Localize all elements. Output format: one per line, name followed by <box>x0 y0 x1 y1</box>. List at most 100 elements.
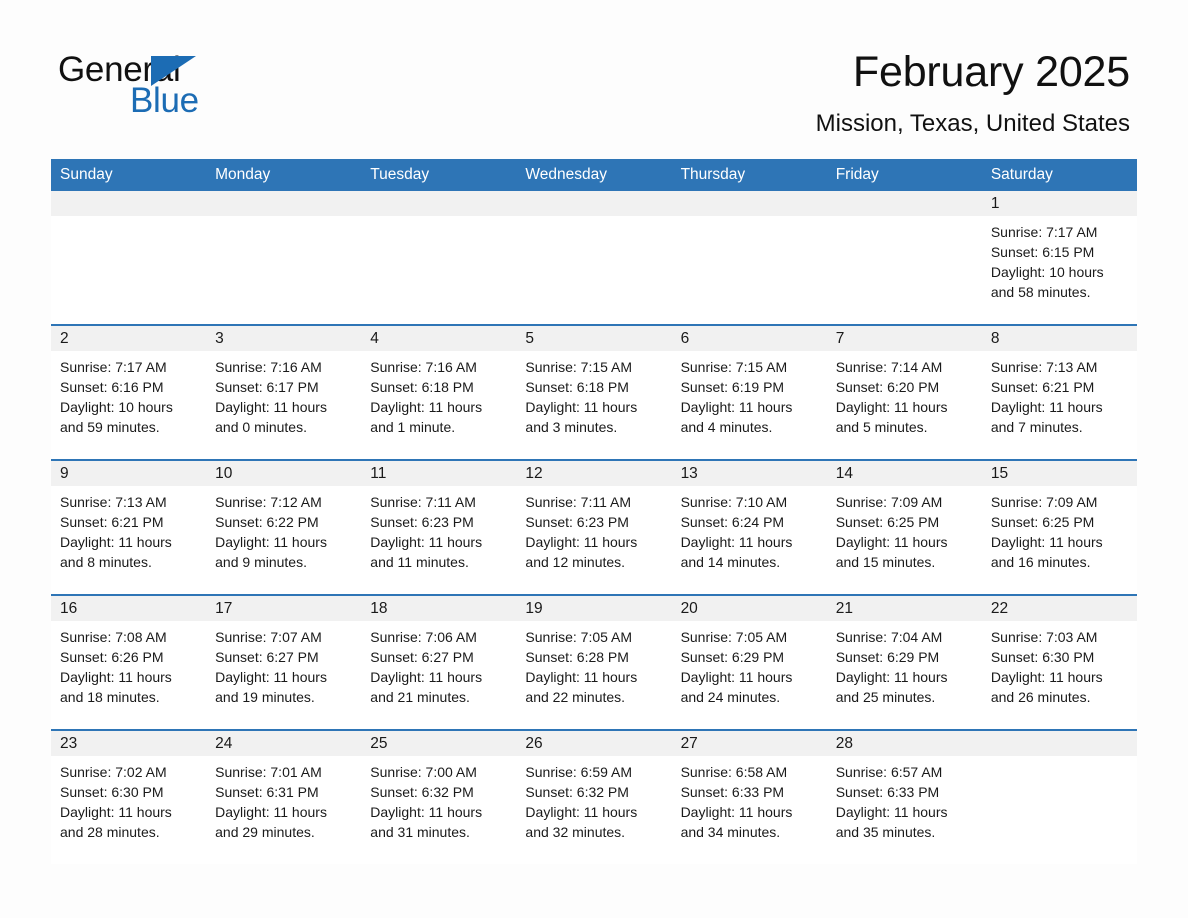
calendar-cell-empty <box>51 191 207 325</box>
day-number: 3 <box>206 326 362 351</box>
calendar-day-cell[interactable]: 24 Sunrise: 7:01 AM Sunset: 6:31 PM Dayligh… <box>206 729 362 864</box>
calendar-day-cell[interactable]: 17 Sunrise: 7:07 AM Sunset: 6:27 PM Dayligh… <box>206 594 362 730</box>
day-details: Sunrise: 7:06 AM Sunset: 6:27 PM Daylight:… <box>361 621 516 707</box>
calendar-day-cell[interactable]: 2 Sunrise: 7:17 AM Sunset: 6:16 PM Daylight… <box>51 324 207 460</box>
daylight-text: Daylight: 11 hours and 9 minutes. <box>215 534 327 570</box>
daylight-text: Daylight: 11 hours and 3 minutes. <box>525 399 638 435</box>
calendar-page: General Blue February 2025 Mission, Texa… <box>0 0 1188 918</box>
day-details: Sunrise: 7:15 AM Sunset: 6:18 PM Daylight:… <box>516 351 671 437</box>
calendar-cell-inner: 24 Sunrise: 7:01 AM Sunset: 6:31 PM Dayligh… <box>206 731 362 864</box>
sunset-text: Sunset: 6:25 PM <box>990 514 1095 530</box>
weekday-header-friday: Friday <box>826 159 982 191</box>
sunrise-text: Sunrise: 7:13 AM <box>990 359 1098 375</box>
sunrise-text: Sunrise: 7:05 AM <box>680 629 788 645</box>
sunrise-text: Sunrise: 7:11 AM <box>525 494 631 510</box>
calendar-day-cell[interactable]: 1 Sunrise: 7:17 AM Sunset: 6:15 PM Daylight… <box>981 191 1137 325</box>
calendar-day-cell[interactable]: 10 Sunrise: 7:12 AM Sunset: 6:22 PM Dayligh… <box>206 459 362 595</box>
day-number: 10 <box>206 461 362 486</box>
calendar-day-cell[interactable]: 16 Sunrise: 7:08 AM Sunset: 6:26 PM Dayligh… <box>51 594 207 730</box>
day-details: Sunrise: 7:09 AM Sunset: 6:25 PM Daylight:… <box>827 486 982 572</box>
sunset-text: Sunset: 6:29 PM <box>835 649 940 665</box>
calendar-cell-inner: 4 Sunrise: 7:16 AM Sunset: 6:18 PM Daylight… <box>361 326 517 459</box>
calendar-day-cell[interactable]: 18 Sunrise: 7:06 AM Sunset: 6:27 PM Dayligh… <box>361 594 517 730</box>
sunset-text: Sunset: 6:26 PM <box>60 649 164 665</box>
sunset-text: Sunset: 6:23 PM <box>525 514 629 530</box>
weekday-header-saturday: Saturday <box>981 159 1137 191</box>
day-number-empty <box>981 731 1137 756</box>
calendar-cell-empty <box>361 191 517 325</box>
calendar-cell-empty <box>671 191 827 325</box>
day-number: 13 <box>671 461 827 486</box>
day-number: 25 <box>361 731 517 756</box>
sunset-text: Sunset: 6:18 PM <box>525 379 629 395</box>
calendar-day-cell[interactable]: 28 Sunrise: 6:57 AM Sunset: 6:33 PM Dayligh… <box>826 729 982 864</box>
calendar-week-row: 1 Sunrise: 7:17 AM Sunset: 6:15 PM Daylight… <box>51 191 1137 325</box>
calendar-day-cell[interactable]: 8 Sunrise: 7:13 AM Sunset: 6:21 PM Daylight… <box>981 324 1137 460</box>
day-details: Sunrise: 7:01 AM Sunset: 6:31 PM Daylight:… <box>206 756 361 842</box>
day-number: 27 <box>671 731 827 756</box>
sunrise-text: Sunrise: 7:13 AM <box>60 494 167 510</box>
calendar-day-cell[interactable]: 25 Sunrise: 7:00 AM Sunset: 6:32 PM Dayligh… <box>361 729 517 864</box>
calendar-day-cell[interactable]: 7 Sunrise: 7:14 AM Sunset: 6:20 PM Daylight… <box>826 324 982 460</box>
calendar-cell-inner <box>516 191 672 324</box>
sunrise-text: Sunrise: 7:04 AM <box>835 629 943 645</box>
calendar-day-cell[interactable]: 13 Sunrise: 7:10 AM Sunset: 6:24 PM Dayligh… <box>671 459 827 595</box>
calendar-day-cell[interactable]: 21 Sunrise: 7:04 AM Sunset: 6:29 PM Dayligh… <box>826 594 982 730</box>
sunrise-text: Sunrise: 7:06 AM <box>370 629 477 645</box>
calendar-day-cell[interactable]: 22 Sunrise: 7:03 AM Sunset: 6:30 PM Dayligh… <box>981 594 1137 730</box>
sunset-text: Sunset: 6:32 PM <box>370 784 474 800</box>
sunrise-text: Sunrise: 7:02 AM <box>60 764 167 780</box>
daylight-text: Daylight: 11 hours and 15 minutes. <box>835 534 948 570</box>
weekday-header-sunday: Sunday <box>51 159 207 191</box>
day-number: 19 <box>516 596 672 621</box>
day-details: Sunrise: 7:11 AM Sunset: 6:23 PM Daylight:… <box>516 486 671 572</box>
calendar-cell-inner: 6 Sunrise: 7:15 AM Sunset: 6:19 PM Daylight… <box>671 326 827 459</box>
daylight-text: Daylight: 11 hours and 1 minute. <box>370 399 483 435</box>
calendar-table: Sunday Monday Tuesday Wednesday Thursday Frid… <box>51 159 1137 864</box>
calendar-day-cell[interactable]: 5 Sunrise: 7:15 AM Sunset: 6:18 PM Daylight… <box>516 324 672 460</box>
calendar-day-cell[interactable]: 6 Sunrise: 7:15 AM Sunset: 6:19 PM Daylight… <box>671 324 827 460</box>
calendar-day-cell[interactable]: 26 Sunrise: 6:59 AM Sunset: 6:32 PM Dayligh… <box>516 729 672 864</box>
sunrise-text: Sunrise: 7:17 AM <box>60 359 167 375</box>
sunrise-text: Sunrise: 6:59 AM <box>525 764 633 780</box>
sunrise-text: Sunrise: 7:07 AM <box>215 629 322 645</box>
sunrise-text: Sunrise: 6:58 AM <box>680 764 788 780</box>
day-details: Sunrise: 7:08 AM Sunset: 6:26 PM Daylight:… <box>51 621 206 707</box>
sunset-text: Sunset: 6:29 PM <box>680 649 785 665</box>
calendar-cell-inner: 12 Sunrise: 7:11 AM Sunset: 6:23 PM Dayligh… <box>516 461 672 594</box>
calendar-cell-empty <box>826 191 982 325</box>
calendar-cell-inner <box>206 191 362 324</box>
calendar-day-cell[interactable]: 11 Sunrise: 7:11 AM Sunset: 6:23 PM Dayligh… <box>361 459 517 595</box>
calendar-day-cell[interactable]: 14 Sunrise: 7:09 AM Sunset: 6:25 PM Dayligh… <box>826 459 982 595</box>
calendar-week-row: 23 Sunrise: 7:02 AM Sunset: 6:30 PM Dayligh… <box>51 729 1137 864</box>
generalblue-logo[interactable]: General Blue <box>58 52 318 122</box>
calendar-day-cell[interactable]: 3 Sunrise: 7:16 AM Sunset: 6:17 PM Daylight… <box>206 324 362 460</box>
calendar-cell-inner: 10 Sunrise: 7:12 AM Sunset: 6:22 PM Dayligh… <box>206 461 362 594</box>
calendar-day-cell[interactable]: 9 Sunrise: 7:13 AM Sunset: 6:21 PM Daylight… <box>51 459 207 595</box>
day-details: Sunrise: 7:15 AM Sunset: 6:19 PM Daylight:… <box>672 351 827 437</box>
daylight-text: Daylight: 11 hours and 19 minutes. <box>215 669 327 705</box>
day-number-empty <box>671 191 827 216</box>
day-number-empty <box>361 191 517 216</box>
day-number: 11 <box>361 461 517 486</box>
daylight-text: Daylight: 11 hours and 4 minutes. <box>680 399 793 435</box>
calendar-cell-inner: 18 Sunrise: 7:06 AM Sunset: 6:27 PM Dayligh… <box>361 596 517 729</box>
page-header: General Blue February 2025 Mission, Texa… <box>0 0 1188 155</box>
day-number: 22 <box>981 596 1137 621</box>
calendar-day-cell[interactable]: 27 Sunrise: 6:58 AM Sunset: 6:33 PM Dayligh… <box>671 729 827 864</box>
calendar-day-cell[interactable]: 19 Sunrise: 7:05 AM Sunset: 6:28 PM Dayligh… <box>516 594 672 730</box>
day-number-empty <box>516 191 672 216</box>
calendar-day-cell[interactable]: 12 Sunrise: 7:11 AM Sunset: 6:23 PM Dayligh… <box>516 459 672 595</box>
daylight-text: Daylight: 11 hours and 8 minutes. <box>60 534 172 570</box>
calendar-day-cell[interactable]: 15 Sunrise: 7:09 AM Sunset: 6:25 PM Dayligh… <box>981 459 1137 595</box>
title-block: February 2025 Mission, Texas, United Sta… <box>816 48 1131 139</box>
day-number: 8 <box>981 326 1137 351</box>
calendar-day-cell[interactable]: 4 Sunrise: 7:16 AM Sunset: 6:18 PM Daylight… <box>361 324 517 460</box>
calendar-cell-inner: 19 Sunrise: 7:05 AM Sunset: 6:28 PM Dayligh… <box>516 596 672 729</box>
calendar-day-cell[interactable]: 23 Sunrise: 7:02 AM Sunset: 6:30 PM Dayligh… <box>51 729 207 864</box>
calendar-day-cell[interactable]: 20 Sunrise: 7:05 AM Sunset: 6:29 PM Dayligh… <box>671 594 827 730</box>
calendar-body: 1 Sunrise: 7:17 AM Sunset: 6:15 PM Daylight… <box>51 191 1137 864</box>
day-number-empty <box>51 191 207 216</box>
sunset-text: Sunset: 6:30 PM <box>990 649 1095 665</box>
sunrise-text: Sunrise: 7:16 AM <box>215 359 322 375</box>
